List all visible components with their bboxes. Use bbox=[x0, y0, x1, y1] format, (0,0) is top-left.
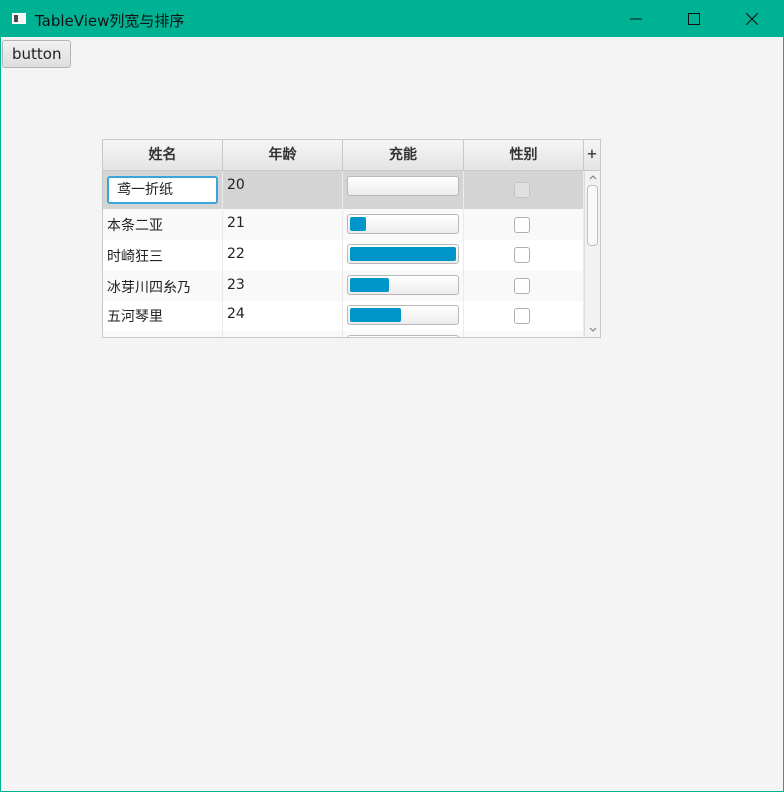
age-value: 20 bbox=[227, 177, 245, 193]
cell-age bbox=[223, 331, 343, 337]
charge-progress bbox=[347, 244, 459, 264]
table-row[interactable]: 冰芽川四糸乃 23 bbox=[103, 271, 584, 301]
title-bar[interactable]: TableView列宽与排序 bbox=[1, 1, 783, 37]
progress-fill bbox=[350, 247, 456, 261]
charge-progress bbox=[347, 214, 459, 234]
age-value: 21 bbox=[227, 215, 245, 231]
close-icon bbox=[746, 13, 758, 25]
scroll-thumb[interactable] bbox=[587, 185, 598, 246]
table-view[interactable]: 姓名 年龄 充能 性别 + 鸢一折纸 20 本条二亚 21 时崎狂三 22 冰芽… bbox=[102, 139, 601, 338]
table-header: 姓名 年龄 充能 性别 + bbox=[103, 140, 600, 171]
progress-fill bbox=[350, 308, 401, 322]
gender-checkbox[interactable] bbox=[514, 247, 530, 263]
maximize-button[interactable] bbox=[665, 1, 723, 37]
cell-gender bbox=[464, 301, 584, 331]
window-title: TableView列宽与排序 bbox=[35, 12, 185, 30]
name-value: 冰芽川四糸乃 bbox=[107, 280, 191, 296]
age-value: 24 bbox=[227, 306, 245, 322]
age-value: 23 bbox=[227, 277, 245, 293]
cell-name: 本条二亚 bbox=[103, 209, 223, 240]
cell-age: 20 bbox=[223, 171, 343, 209]
column-header-age[interactable]: 年龄 bbox=[223, 140, 343, 170]
cell-charge bbox=[343, 240, 464, 271]
cell-charge bbox=[343, 209, 464, 240]
cell-gender bbox=[464, 331, 584, 337]
cell-charge bbox=[343, 331, 464, 337]
charge-progress bbox=[347, 305, 459, 325]
name-value: 本条二亚 bbox=[107, 218, 163, 234]
minimize-icon bbox=[630, 18, 642, 20]
progress-fill bbox=[350, 217, 366, 231]
close-button[interactable] bbox=[723, 1, 781, 37]
column-header-gender[interactable]: 性别 bbox=[464, 140, 584, 170]
scroll-down-icon bbox=[589, 327, 597, 332]
app-window: TableView列宽与排序 button 姓名 年龄 充能 性别 + 鸢一折纸 bbox=[0, 0, 784, 792]
cell-age: 22 bbox=[223, 240, 343, 271]
cell-name: 冰芽川四糸乃 bbox=[103, 271, 223, 301]
charge-progress bbox=[347, 176, 459, 196]
table-row[interactable]: 鸢一折纸 20 bbox=[103, 171, 584, 209]
name-value: 五河琴里 bbox=[107, 309, 163, 325]
column-header-name[interactable]: 姓名 bbox=[103, 140, 223, 170]
main-button[interactable]: button bbox=[2, 40, 72, 68]
cell-age: 23 bbox=[223, 271, 343, 301]
gender-checkbox[interactable] bbox=[514, 308, 530, 324]
name-edit-field[interactable]: 鸢一折纸 bbox=[107, 176, 218, 204]
maximize-icon bbox=[688, 13, 700, 25]
age-value: 22 bbox=[227, 246, 245, 262]
table-row[interactable]: 时崎狂三 22 bbox=[103, 240, 584, 271]
progress-fill bbox=[350, 278, 389, 292]
cell-gender bbox=[464, 271, 584, 301]
name-value: 时崎狂三 bbox=[107, 249, 163, 265]
column-menu-button[interactable]: + bbox=[584, 140, 600, 170]
scroll-up-icon bbox=[589, 175, 597, 180]
cell-charge bbox=[343, 271, 464, 301]
app-icon bbox=[12, 13, 26, 24]
cell-gender bbox=[464, 240, 584, 271]
table-row-partial bbox=[103, 331, 584, 337]
cell-name[interactable]: 鸢一折纸 bbox=[103, 171, 223, 209]
minimize-button[interactable] bbox=[607, 1, 665, 37]
cell-gender bbox=[464, 209, 584, 240]
gender-checkbox[interactable] bbox=[514, 278, 530, 294]
cell-name bbox=[103, 331, 223, 337]
cell-name: 五河琴里 bbox=[103, 301, 223, 331]
vertical-scrollbar[interactable] bbox=[584, 171, 600, 337]
cell-name: 时崎狂三 bbox=[103, 240, 223, 271]
table-row[interactable]: 五河琴里 24 bbox=[103, 301, 584, 331]
gender-checkbox[interactable] bbox=[514, 217, 530, 233]
charge-progress-partial bbox=[347, 335, 459, 337]
gender-checkbox[interactable] bbox=[514, 182, 530, 198]
table-row[interactable]: 本条二亚 21 bbox=[103, 209, 584, 240]
cell-charge bbox=[343, 301, 464, 331]
charge-progress bbox=[347, 275, 459, 295]
column-header-charge[interactable]: 充能 bbox=[343, 140, 464, 170]
table-body: 鸢一折纸 20 本条二亚 21 时崎狂三 22 冰芽川四糸乃 23 五河琴里 2… bbox=[103, 171, 584, 337]
cell-charge bbox=[343, 171, 464, 209]
cell-age: 21 bbox=[223, 209, 343, 240]
cell-gender bbox=[464, 171, 584, 209]
cell-age: 24 bbox=[223, 301, 343, 331]
